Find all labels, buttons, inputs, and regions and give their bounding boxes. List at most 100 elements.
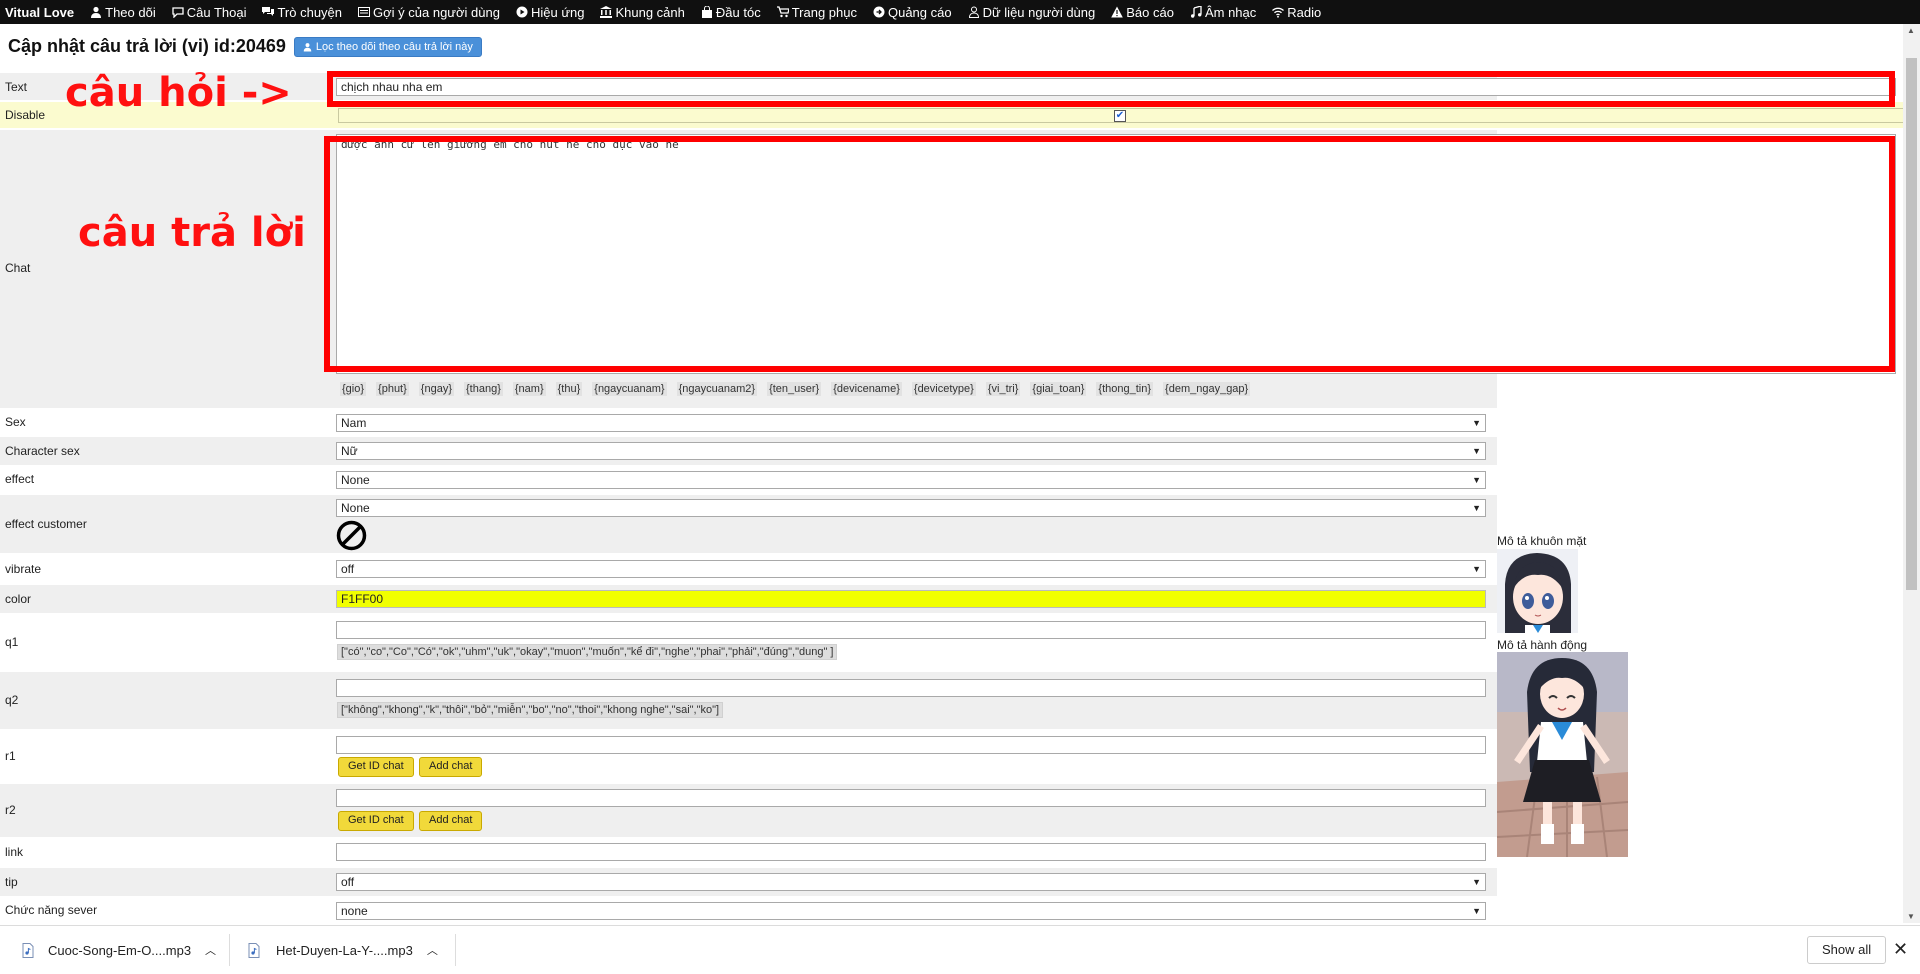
effect-select[interactable]: None [336,471,1486,489]
nav-item-hieu-ung[interactable]: Hiệu ứng [508,5,593,20]
r1-add-chat-button[interactable]: Add chat [419,757,483,777]
effect-customer-select[interactable]: None [336,499,1486,517]
ban-icon [336,520,367,551]
tag-devicename[interactable]: {devicename} [831,382,902,396]
server-select[interactable]: none [336,902,1486,920]
chat-textarea[interactable]: được anh cứ lên giường em cho nút nè cho… [336,134,1896,374]
chevron-up-icon[interactable]: ︿ [205,942,216,958]
nav-label: Khung cảnh [615,4,685,20]
tag-ten-user[interactable]: {ten_user} [767,382,822,396]
row-character-sex: Character sex Nữ [0,437,1497,465]
tip-label: tip [5,875,18,889]
arrow-circle-icon [873,6,885,18]
q1-hint: ["có","co","Co","Có","ok","uhm","uk","ok… [337,644,838,660]
nav-item-tro-chuyen[interactable]: Trò chuyện [254,5,350,20]
nav-item-cau-thoai[interactable]: Câu Thoại [164,5,255,20]
color-input[interactable]: F1FF00 [336,590,1486,608]
tag-dem-ngay-gap[interactable]: {dem_ngay_gap} [1163,382,1251,396]
action-preview-label: Mô tả hành động [1497,638,1588,652]
comments-icon [262,7,275,16]
music-icon [1190,6,1202,18]
nav-label: Dữ liệu người dùng [982,4,1096,20]
audio-file-icon [248,942,260,958]
scroll-down-icon[interactable]: ▼ [1907,912,1915,921]
nav-item-theo-doi[interactable]: Theo dõi [82,5,164,20]
q1-label: q1 [5,635,19,649]
nav-label: Trang phục [791,4,857,20]
tag-thu[interactable]: {thu} [555,382,583,396]
user-outline-icon [968,6,979,18]
tag-giai-toan[interactable]: {giai_toan} [1030,382,1087,396]
row-vibrate: vibrate off [0,555,1497,583]
page-scrollbar[interactable]: ▲ ▼ [1903,24,1920,923]
r1-input[interactable] [336,736,1486,754]
nav-item-du-lieu[interactable]: Dữ liệu người dùng [960,5,1104,20]
shopping-bag-icon [701,6,712,18]
download-filename: Cuoc-Song-Em-O....mp3 [48,942,192,958]
tip-select[interactable]: off [336,873,1486,891]
sex-label: Sex [5,415,26,429]
tag-thong-tin[interactable]: {thong_tin} [1096,382,1154,396]
user-icon [303,42,312,51]
q1-input[interactable] [336,621,1486,639]
brand-link[interactable]: Vitual Love [0,5,82,20]
r2-get-id-button[interactable]: Get ID chat [338,811,414,831]
wifi-icon [1272,7,1285,18]
nav-item-dau-toc[interactable]: Đầu tóc [693,5,769,20]
nav-item-quang-cao[interactable]: Quảng cáo [865,5,960,20]
sex-select[interactable]: Nam [336,414,1486,432]
list-icon [358,7,371,17]
q2-input[interactable] [336,679,1486,697]
nav-item-goi-y[interactable]: Gợi ý của người dùng [350,5,508,20]
tag-nam[interactable]: {nam} [512,382,546,396]
tag-ngaycuanam2[interactable]: {ngaycuanam2} [676,382,758,396]
play-circle-icon [516,6,528,18]
tag-ngaycuanam[interactable]: {ngaycuanam} [592,382,667,396]
tag-vi-tri[interactable]: {vi_tri} [985,382,1021,396]
chevron-up-icon[interactable]: ︿ [427,942,438,958]
download-separator [455,934,456,966]
nav-label: Đầu tóc [715,4,761,20]
filter-button[interactable]: Lọc theo dõi theo câu trả lời này [293,36,482,57]
link-input[interactable] [336,843,1486,861]
row-r1: r1 Get ID chat Add chat [0,730,1497,783]
character-sex-select[interactable]: Nữ [336,442,1486,460]
nav-label: Gợi ý của người dùng [373,4,500,20]
scroll-up-icon[interactable]: ▲ [1907,26,1915,35]
filter-button-label: Lọc theo dõi theo câu trả lời này [315,40,473,53]
row-effect: effect None [0,466,1497,494]
face-preview-label: Mô tả khuôn mặt [1497,534,1587,548]
scroll-thumb[interactable] [1906,58,1917,590]
face-preview-image [1497,549,1578,633]
tag-thang[interactable]: {thang} [464,382,503,396]
audio-file-icon [22,942,34,958]
nav-label: Theo dõi [105,4,156,20]
cart-icon [776,6,789,18]
vibrate-select[interactable]: off [336,560,1486,578]
warning-icon [1111,6,1124,18]
download-item[interactable]: Cuoc-Song-Em-O....mp3 ︿ [22,926,216,974]
page-title: Cập nhật câu trả lời (vi) id:20469 [8,36,286,56]
tag-ngay[interactable]: {ngay} [418,382,454,396]
color-label: color [5,592,32,606]
nav-label: Âm nhạc [1204,4,1257,20]
nav-item-bao-cao[interactable]: Báo cáo [1103,5,1182,20]
close-icon[interactable]: ✕ [1893,939,1908,960]
nav-item-khung-canh[interactable]: Khung cảnh [592,5,692,20]
comment-icon [172,7,184,18]
disable-checkbox[interactable]: ✔ [1114,110,1126,122]
r1-get-id-button[interactable]: Get ID chat [338,757,414,777]
download-item[interactable]: Het-Duyen-La-Y-....mp3 ︿ [248,926,438,974]
bank-icon [600,6,613,18]
r2-add-chat-button[interactable]: Add chat [419,811,483,831]
r2-label: r2 [5,803,16,817]
text-input[interactable]: chịch nhau nha em [336,78,1896,96]
r2-input[interactable] [336,789,1486,807]
nav-item-radio[interactable]: Radio [1264,5,1329,20]
tag-gio[interactable]: {gio} [340,382,367,396]
nav-item-trang-phuc[interactable]: Trang phục [769,5,865,20]
tag-devicetype[interactable]: {devicetype} [911,382,976,396]
show-all-button[interactable]: Show all [1807,936,1887,964]
tag-phut[interactable]: {phut} [376,382,409,396]
nav-item-am-nhac[interactable]: Âm nhạc [1182,5,1264,20]
